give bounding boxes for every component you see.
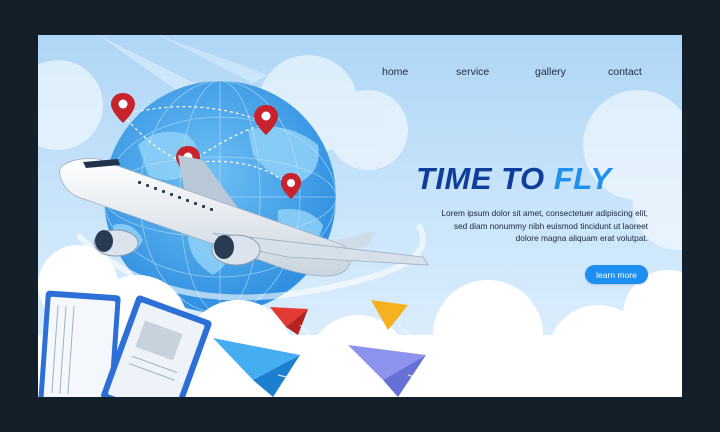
nav-link-service[interactable]: service xyxy=(456,66,489,78)
hero-title: TIME TO FLY xyxy=(416,161,656,197)
hero-description: Lorem ipsum dolor sit amet, consectetuer… xyxy=(398,207,648,245)
hero-description-line: Lorem ipsum dolor sit amet, consectetuer… xyxy=(441,208,648,218)
top-navigation: home service gallery contact xyxy=(38,66,682,82)
nav-link-home[interactable]: home xyxy=(382,66,408,78)
nav-link-gallery[interactable]: gallery xyxy=(535,66,566,78)
landing-page-frame: home service gallery contact TIME TO FLY… xyxy=(38,35,682,397)
hero-description-line: dolore magna aliquam erat volutpat. xyxy=(515,233,648,243)
hero-title-main: TIME TO xyxy=(416,161,554,196)
hero-description-line: sed diam nonummy nibh euismod tincidunt … xyxy=(453,220,648,231)
hero-title-accent: FLY xyxy=(553,161,612,196)
location-pin-icon xyxy=(111,93,135,123)
learn-more-button[interactable]: learn more xyxy=(585,265,648,284)
nav-link-contact[interactable]: contact xyxy=(608,66,642,78)
